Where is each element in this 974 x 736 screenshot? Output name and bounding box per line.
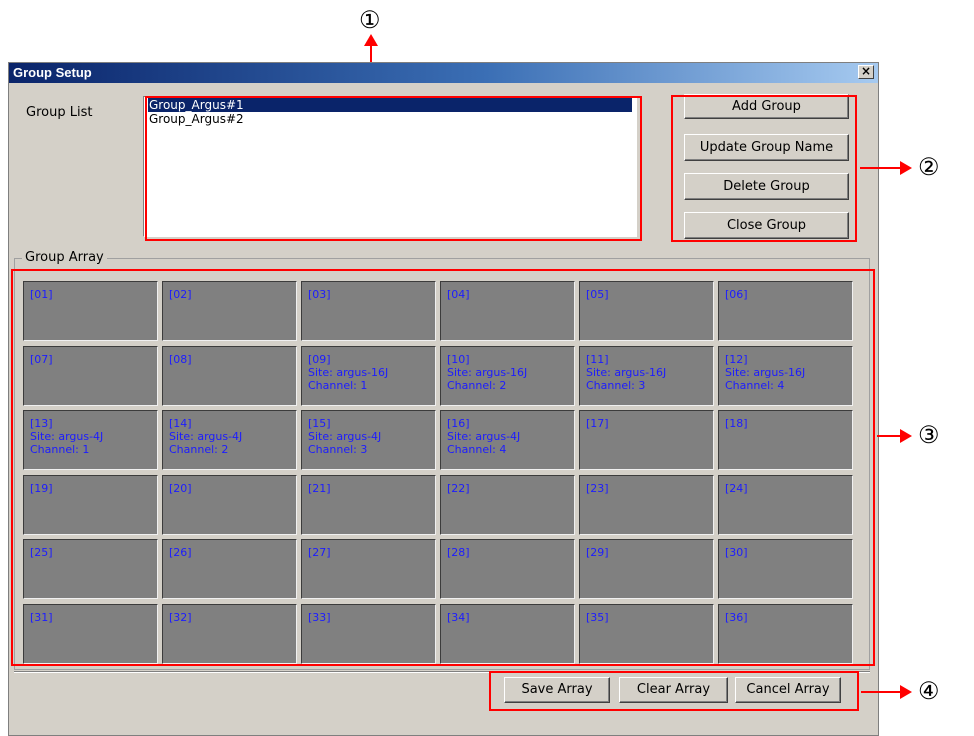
annotation-marker-1: ① xyxy=(359,6,381,34)
highlight-group-buttons xyxy=(671,95,857,242)
annotation-marker-3: ③ xyxy=(918,421,940,449)
annotation-arrow-4-head xyxy=(900,685,912,699)
close-window-button[interactable]: × xyxy=(858,65,874,79)
highlight-group-array xyxy=(11,269,875,666)
close-icon: × xyxy=(860,64,872,78)
window-title: Group Setup xyxy=(13,65,92,80)
annotation-arrow-2-head xyxy=(900,161,912,175)
annotation-arrow-3-head xyxy=(900,429,912,443)
group-array-label: Group Array xyxy=(22,250,107,265)
annotation-arrow-3-line xyxy=(877,435,902,437)
annotation-arrow-2-line xyxy=(860,167,902,169)
group-list-label: Group List xyxy=(26,105,93,120)
annotation-marker-2: ② xyxy=(918,153,940,181)
annotation-arrow-4-line xyxy=(861,691,903,693)
title-bar[interactable] xyxy=(9,63,878,83)
annotation-arrow-1-head xyxy=(364,34,378,46)
highlight-array-buttons xyxy=(489,671,859,711)
annotation-marker-4: ④ xyxy=(918,677,940,705)
highlight-group-list xyxy=(145,96,642,241)
